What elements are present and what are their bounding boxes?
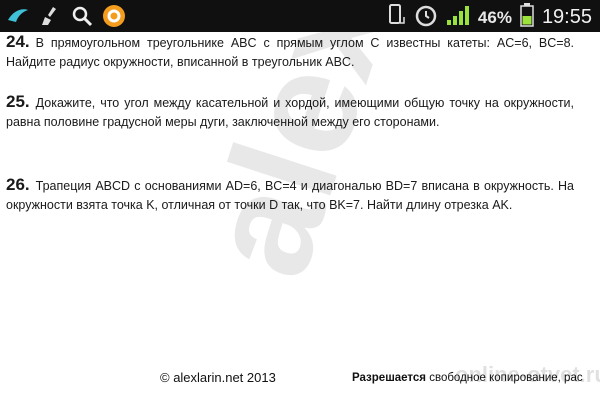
phone-orientation-icon (386, 3, 406, 32)
battery-icon (520, 3, 534, 32)
broom-icon[interactable] (38, 4, 62, 28)
signal-icon (446, 4, 470, 31)
site-watermark: online-otvet.ru (455, 362, 600, 387)
notification-icons (6, 4, 126, 28)
clock: 19:55 (541, 6, 592, 28)
search-icon[interactable] (70, 4, 94, 28)
document-page[interactable]: alexlarin 24.В прямоугольном треугольник… (0, 32, 600, 400)
bird-app-icon[interactable] (6, 4, 30, 28)
problem-text: Докажите, что угол между касательной и х… (6, 96, 574, 129)
problem-number: 26. (6, 175, 30, 194)
battery-percent: 46% (477, 7, 512, 27)
status-bar: 46% 19:55 (0, 0, 600, 32)
problem-24: 24. В прямоугольном треугольнике ABC с пр… (6, 32, 574, 72)
problem-number: 25. (6, 92, 30, 111)
alarm-icon (414, 3, 438, 32)
permission-bold: Разрешается (352, 372, 427, 384)
browser-icon[interactable] (102, 4, 126, 28)
problem-text: В прямоугольном треугольнике ABC с прямы… (6, 36, 574, 69)
problem-text: Трапеция ABCD с основаниями AD=6, BC=4 и… (6, 179, 574, 212)
problem-25: 25. Докажите, что угол между касательной … (6, 92, 574, 132)
system-status: 46% 19:55 (386, 3, 592, 32)
problem-number: 24. (6, 32, 30, 51)
problem-26: 26. Трапеция ABCD с основаниями AD=6, BC=… (6, 175, 574, 215)
copyright-text: © alexlarin.net 2013 (160, 370, 276, 385)
